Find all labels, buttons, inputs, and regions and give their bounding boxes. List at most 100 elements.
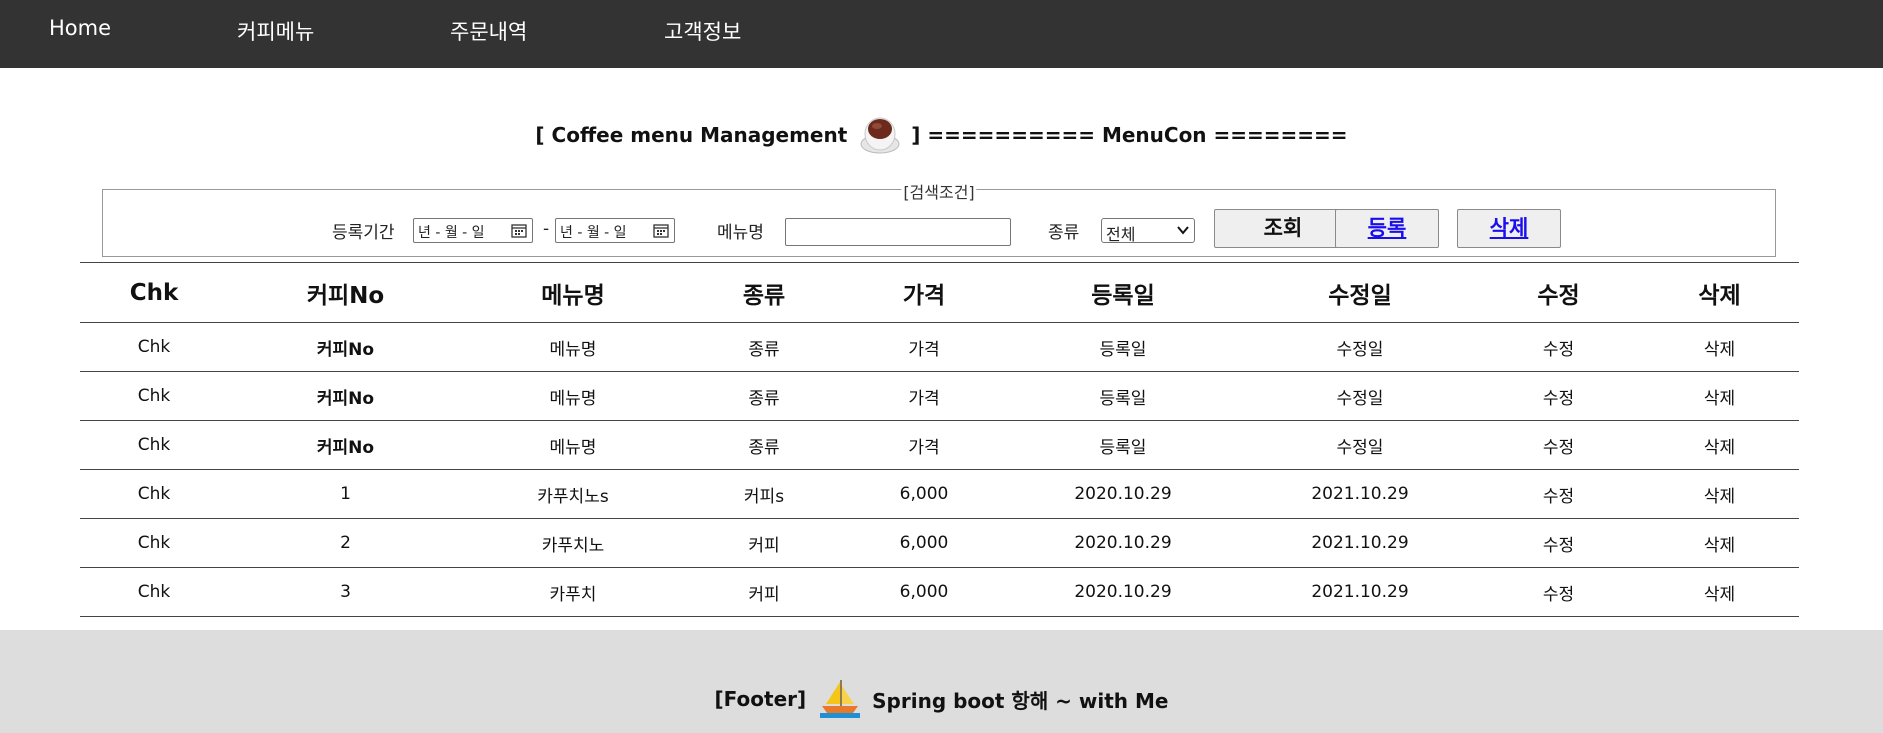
cell-delete[interactable]: 삭제	[1640, 371, 1799, 421]
cell-coffee-no: 1	[228, 469, 463, 519]
cell-price: 6,000	[845, 469, 1003, 519]
cell-mod-date: 2021.10.29	[1243, 469, 1477, 519]
cell-edit[interactable]: 수정	[1477, 420, 1640, 470]
cell-menu-name: 메뉴명	[463, 322, 683, 372]
cell-coffee-no: 3	[228, 567, 463, 617]
kind-label: 종류	[1048, 223, 1080, 243]
page-title-right: ] ========== MenuCon ========	[911, 123, 1348, 147]
column-header-coffee-no: 커피No	[228, 262, 463, 323]
footer: [Footer] Spring boot 항해 ~ with Me	[0, 630, 1883, 733]
end-date-input[interactable]: 년 - 월 - 일	[555, 218, 675, 243]
menu-name-label: 메뉴명	[717, 223, 764, 243]
cell-kind: 종류	[683, 371, 845, 421]
cell-delete[interactable]: 삭제	[1640, 420, 1799, 470]
cell-delete[interactable]: 삭제	[1640, 322, 1799, 372]
footer-left-text: [Footer]	[714, 687, 807, 711]
cell-reg-date: 2020.10.29	[1003, 518, 1243, 568]
search-conditions: [검색조건] 등록기간 년 - 월 - 일 - 년 - 월 - 일 메뉴명 종류…	[102, 179, 1776, 257]
cell-edit[interactable]: 수정	[1477, 567, 1640, 617]
cell-mod-date: 수정일	[1243, 420, 1477, 470]
table-header-row: Chk 커피No 메뉴명 종류 가격 등록일 수정일 수정 삭제	[80, 262, 1799, 323]
period-label: 등록기간	[332, 223, 395, 243]
cell-delete[interactable]: 삭제	[1640, 518, 1799, 568]
cell-delete[interactable]: 삭제	[1640, 469, 1799, 519]
start-date-input[interactable]: 년 - 월 - 일	[413, 218, 533, 243]
coffee-cup-icon	[857, 112, 903, 158]
page-title-left: [ Coffee menu Management	[535, 123, 848, 147]
menu-name-input[interactable]	[785, 218, 1011, 246]
chevron-down-icon	[1177, 226, 1189, 235]
cell-mod-date: 수정일	[1243, 371, 1477, 421]
cell-edit[interactable]: 수정	[1477, 322, 1640, 372]
nav-order-history-link[interactable]: 주문내역	[450, 16, 527, 46]
table-row: Chk 1 카푸치노s 커피s 6,000 2020.10.29 2021.10…	[80, 469, 1799, 519]
column-header-delete: 삭제	[1640, 262, 1799, 323]
cell-mod-date: 수정일	[1243, 322, 1477, 372]
kind-select[interactable]: 전체	[1101, 218, 1195, 244]
cell-delete[interactable]: 삭제	[1640, 567, 1799, 617]
cell-menu-name: 메뉴명	[463, 371, 683, 421]
cell-reg-date: 2020.10.29	[1003, 567, 1243, 617]
footer-right-text: Spring boot 항해 ~ with Me	[872, 688, 1169, 713]
column-header-kind: 종류	[683, 262, 845, 323]
cell-menu-name: 카푸치	[463, 567, 683, 617]
nav-coffee-menu-link[interactable]: 커피메뉴	[237, 16, 314, 46]
cell-coffee-no: 커피No	[228, 420, 463, 470]
table-row: Chk 커피No 메뉴명 종류 가격 등록일 수정일 수정 삭제	[80, 420, 1799, 470]
cell-menu-name: 카푸치노	[463, 518, 683, 568]
cell-price: 가격	[845, 420, 1003, 470]
cell-chk[interactable]: Chk	[80, 371, 228, 421]
table-row: Chk 커피No 메뉴명 종류 가격 등록일 수정일 수정 삭제	[80, 371, 1799, 421]
nav-home-link[interactable]: Home	[49, 16, 111, 40]
cell-kind: 종류	[683, 420, 845, 470]
cell-kind: 커피	[683, 567, 845, 617]
cell-kind: 커피s	[683, 469, 845, 519]
delete-button[interactable]: 삭제	[1457, 209, 1561, 248]
cell-mod-date: 2021.10.29	[1243, 567, 1477, 617]
end-date-placeholder: 년 - 월 - 일	[560, 225, 627, 241]
column-header-price: 가격	[845, 262, 1003, 323]
nav-customer-info-link[interactable]: 고객정보	[664, 16, 741, 46]
cell-coffee-no: 커피No	[228, 371, 463, 421]
cell-kind: 종류	[683, 322, 845, 372]
cell-mod-date: 2021.10.29	[1243, 518, 1477, 568]
cell-edit[interactable]: 수정	[1477, 469, 1640, 519]
sailboat-icon	[818, 678, 862, 720]
column-header-chk: Chk	[80, 262, 228, 323]
column-header-mod-date: 수정일	[1243, 262, 1477, 323]
cell-menu-name: 카푸치노s	[463, 469, 683, 519]
start-date-placeholder: 년 - 월 - 일	[418, 225, 485, 241]
cell-chk[interactable]: Chk	[80, 469, 228, 519]
cell-reg-date: 등록일	[1003, 322, 1243, 372]
cell-reg-date: 등록일	[1003, 371, 1243, 421]
cell-coffee-no: 2	[228, 518, 463, 568]
cell-edit[interactable]: 수정	[1477, 371, 1640, 421]
search-legend: [검색조건]	[901, 179, 977, 203]
cell-chk[interactable]: Chk	[80, 322, 228, 372]
calendar-icon[interactable]	[653, 223, 669, 238]
cell-price: 6,000	[845, 518, 1003, 568]
cell-price: 가격	[845, 322, 1003, 372]
calendar-icon[interactable]	[511, 223, 527, 238]
cell-edit[interactable]: 수정	[1477, 518, 1640, 568]
column-header-reg-date: 등록일	[1003, 262, 1243, 323]
cell-coffee-no: 커피No	[228, 322, 463, 372]
cell-price: 가격	[845, 371, 1003, 421]
date-separator: -	[543, 219, 550, 239]
cell-chk[interactable]: Chk	[80, 518, 228, 568]
cell-reg-date: 등록일	[1003, 420, 1243, 470]
kind-select-value: 전체	[1106, 225, 1136, 244]
column-header-edit: 수정	[1477, 262, 1640, 323]
cell-chk[interactable]: Chk	[80, 567, 228, 617]
table-row: Chk 커피No 메뉴명 종류 가격 등록일 수정일 수정 삭제	[80, 322, 1799, 372]
page-title: [ Coffee menu Management ] ========== Me…	[0, 112, 1883, 172]
cell-chk[interactable]: Chk	[80, 420, 228, 470]
search-button[interactable]: 조회	[1214, 209, 1352, 248]
column-header-menu-name: 메뉴명	[463, 262, 683, 323]
register-button[interactable]: 등록	[1335, 209, 1439, 248]
table-row: Chk 3 카푸치 커피 6,000 2020.10.29 2021.10.29…	[80, 567, 1799, 617]
cell-kind: 커피	[683, 518, 845, 568]
cell-reg-date: 2020.10.29	[1003, 469, 1243, 519]
coffee-menu-table: Chk 커피No 메뉴명 종류 가격 등록일 수정일 수정 삭제 Chk 커피N…	[80, 262, 1799, 617]
top-navigation: Home 커피메뉴 주문내역 고객정보	[0, 0, 1883, 68]
